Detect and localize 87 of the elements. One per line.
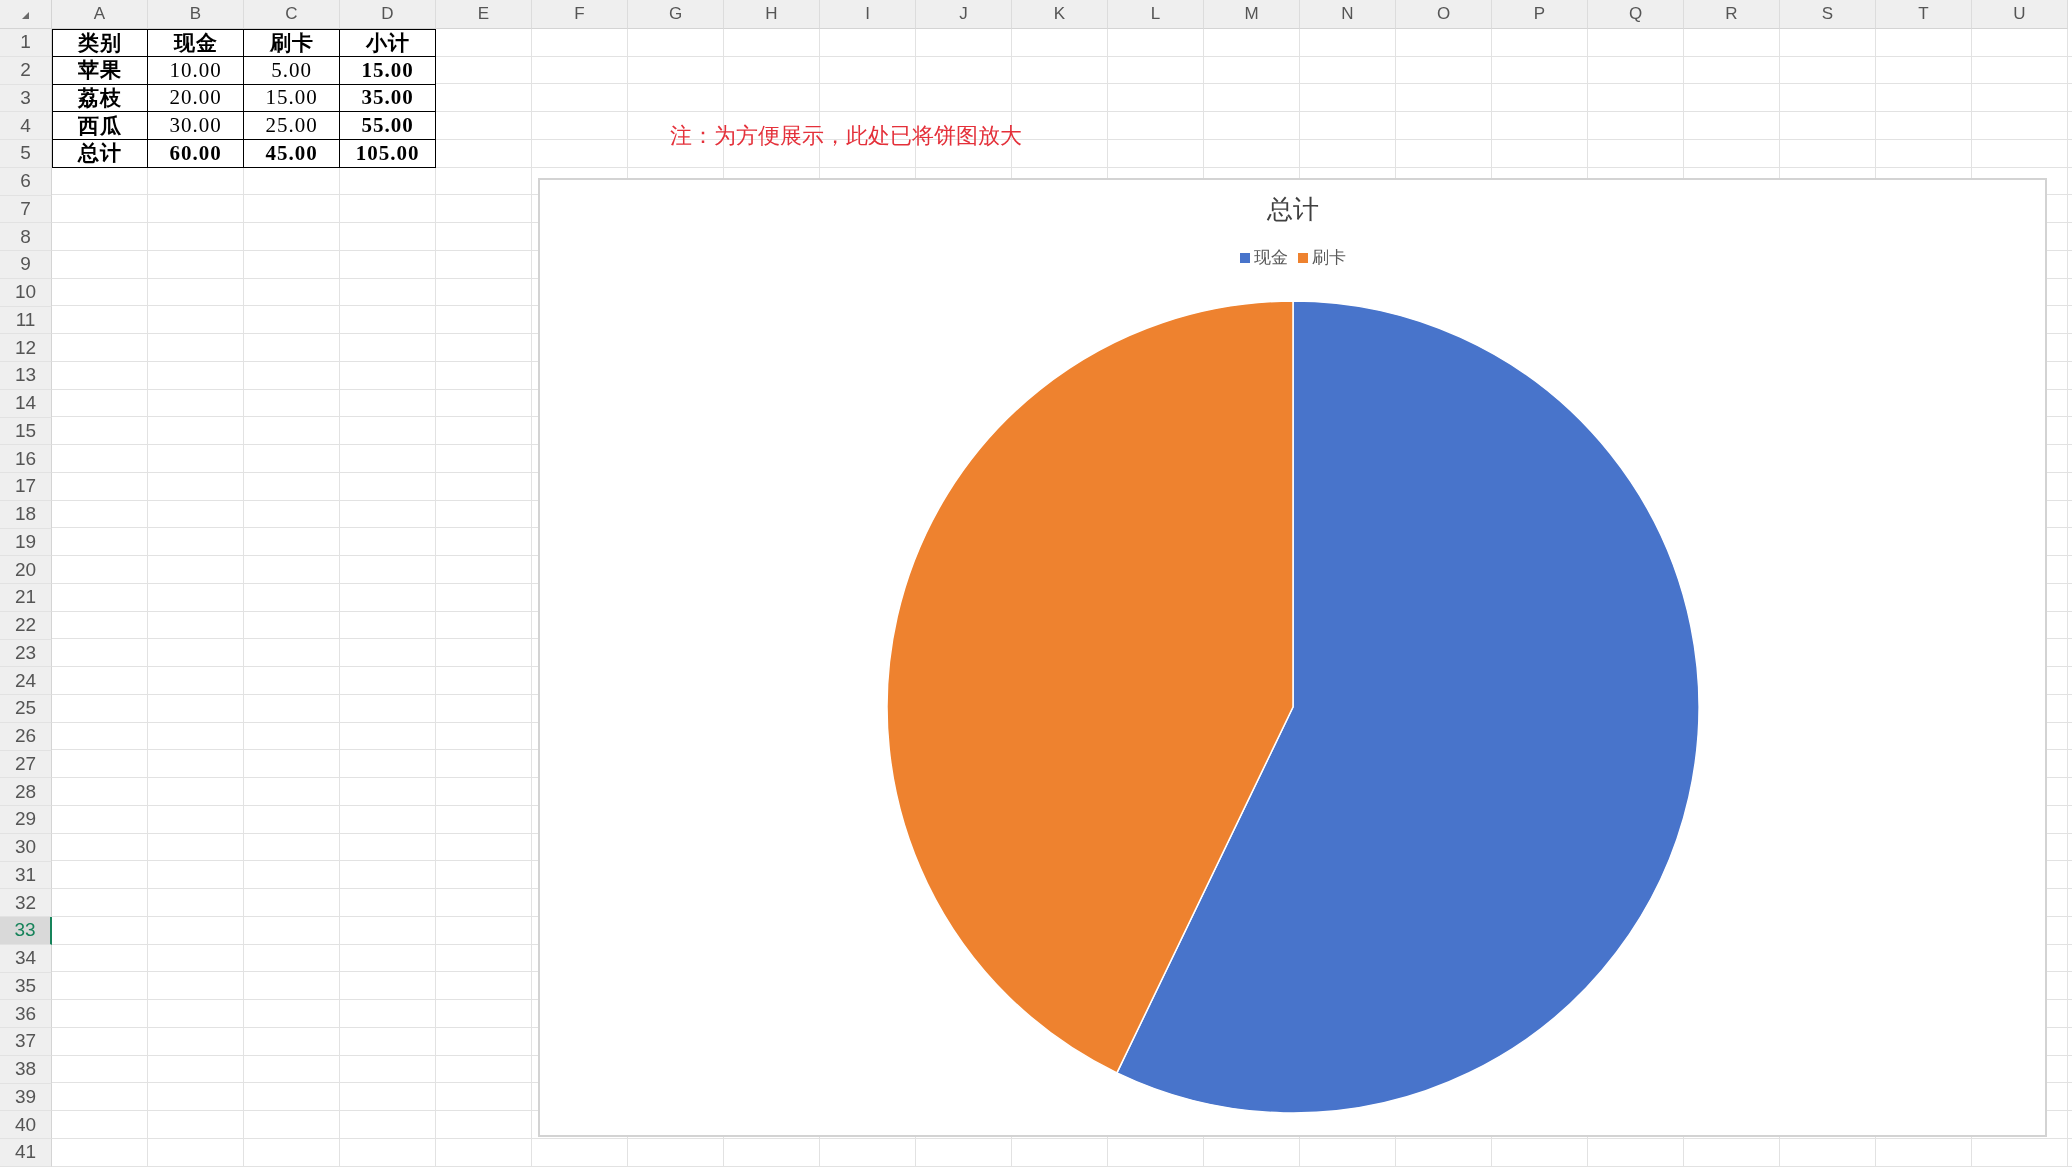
row-header[interactable]: 8 xyxy=(0,223,52,251)
row-header[interactable]: 10 xyxy=(0,278,52,307)
row-header[interactable]: 29 xyxy=(0,806,52,834)
row-header[interactable]: 35 xyxy=(0,972,52,1001)
legend-label: 刷卡 xyxy=(1311,248,1346,268)
table-cell: 总计 xyxy=(52,140,148,168)
column-header[interactable]: I xyxy=(820,0,916,29)
row-header[interactable]: 36 xyxy=(0,1000,52,1028)
row-header[interactable]: 25 xyxy=(0,695,52,723)
column-header[interactable]: Q xyxy=(1588,0,1684,29)
table-cell: 15.00 xyxy=(340,56,436,85)
table-cell: 55.00 xyxy=(340,112,436,140)
column-header[interactable]: M xyxy=(1204,0,1300,29)
column-header[interactable]: B xyxy=(148,0,244,29)
table-cell: 60.00 xyxy=(148,140,244,168)
table-cell: 35.00 xyxy=(340,84,436,113)
row-header[interactable]: 1 xyxy=(0,29,52,57)
row-header[interactable]: 31 xyxy=(0,861,52,890)
column-header[interactable]: R xyxy=(1684,0,1780,29)
note-text: 注：为方便展示，此处已将饼图放大 xyxy=(670,123,1022,149)
table-cell: 10.00 xyxy=(148,56,244,85)
column-header[interactable]: N xyxy=(1300,0,1396,29)
row-header[interactable]: 20 xyxy=(0,556,52,584)
row-header[interactable]: 7 xyxy=(0,195,52,224)
row-header[interactable]: 3 xyxy=(0,84,52,113)
row-header[interactable]: 33 xyxy=(0,917,52,945)
row-header[interactable]: 41 xyxy=(0,1139,52,1167)
row-header[interactable]: 4 xyxy=(0,112,52,140)
triangle-icon[interactable] xyxy=(22,12,29,19)
row-header[interactable]: 11 xyxy=(0,306,52,335)
row-header[interactable]: 13 xyxy=(0,362,52,390)
column-header[interactable]: E xyxy=(436,0,532,29)
row-header[interactable]: 9 xyxy=(0,251,52,279)
row-header[interactable]: 26 xyxy=(0,722,52,751)
table-cell: 105.00 xyxy=(340,140,436,168)
row-header[interactable]: 17 xyxy=(0,473,52,501)
row-header[interactable]: 14 xyxy=(0,389,52,418)
row-header[interactable]: 37 xyxy=(0,1028,52,1056)
row-header[interactable]: 12 xyxy=(0,334,52,362)
column-header[interactable]: K xyxy=(1012,0,1108,29)
row-header[interactable]: 22 xyxy=(0,611,52,640)
column-header[interactable]: U xyxy=(1972,0,2068,29)
table-cell: 15.00 xyxy=(244,84,340,113)
row-header[interactable]: 34 xyxy=(0,944,52,973)
table-cell: 现金 xyxy=(148,29,244,57)
column-header[interactable]: F xyxy=(532,0,628,29)
chart-title: 总计 xyxy=(1266,193,1319,225)
column-header[interactable]: D xyxy=(340,0,436,29)
table-cell: 5.00 xyxy=(244,56,340,85)
table-cell: 刷卡 xyxy=(244,29,340,57)
table-cell: 类别 xyxy=(52,29,148,57)
table-cell: 20.00 xyxy=(148,84,244,113)
row-header[interactable]: 21 xyxy=(0,584,52,612)
column-header[interactable]: G xyxy=(628,0,724,29)
table-cell: 西瓜 xyxy=(52,112,148,140)
row-header[interactable]: 6 xyxy=(0,167,52,196)
row-header[interactable]: 27 xyxy=(0,750,52,779)
row-header[interactable]: 38 xyxy=(0,1055,52,1084)
row-header[interactable]: 30 xyxy=(0,833,52,862)
column-header[interactable]: H xyxy=(724,0,820,29)
column-header[interactable]: C xyxy=(244,0,340,29)
table-cell: 小计 xyxy=(340,29,436,57)
column-header[interactable]: P xyxy=(1492,0,1588,29)
column-header[interactable]: J xyxy=(916,0,1012,29)
row-header[interactable]: 23 xyxy=(0,639,52,668)
legend-label: 现金 xyxy=(1253,248,1288,268)
column-header[interactable]: L xyxy=(1108,0,1204,29)
row-header[interactable]: 39 xyxy=(0,1083,52,1112)
column-header[interactable]: O xyxy=(1396,0,1492,29)
table-cell: 30.00 xyxy=(148,112,244,140)
row-header[interactable]: 32 xyxy=(0,889,52,917)
row-header[interactable]: 2 xyxy=(0,56,52,85)
table-cell: 25.00 xyxy=(244,112,340,140)
row-header[interactable]: 28 xyxy=(0,778,52,806)
row-header[interactable]: 40 xyxy=(0,1111,52,1139)
column-header[interactable]: S xyxy=(1780,0,1876,29)
column-header[interactable]: T xyxy=(1876,0,1972,29)
column-header[interactable]: A xyxy=(52,0,148,29)
row-header[interactable]: 15 xyxy=(0,417,52,446)
row-header[interactable]: 5 xyxy=(0,140,52,168)
table-cell: 苹果 xyxy=(52,56,148,85)
table-cell: 荔枝 xyxy=(52,84,148,113)
row-header[interactable]: 19 xyxy=(0,528,52,557)
row-header[interactable]: 16 xyxy=(0,445,52,473)
row-header[interactable]: 24 xyxy=(0,667,52,695)
row-header[interactable]: 18 xyxy=(0,500,52,529)
table-cell: 45.00 xyxy=(244,140,340,168)
